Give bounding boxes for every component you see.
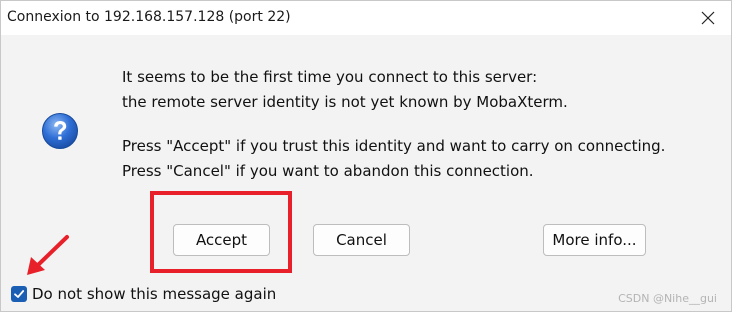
message-line: It seems to be the first time you connec… (122, 68, 538, 86)
do-not-show-again-option[interactable]: Do not show this message again (11, 285, 276, 303)
question-icon (42, 113, 78, 149)
accept-button[interactable]: Accept (173, 224, 270, 256)
cancel-button[interactable]: Cancel (313, 224, 410, 256)
ssh-host-key-dialog: Connexion to 192.168.157.128 (port 22) I… (0, 0, 732, 312)
message-line: Press "Cancel" if you want to abandon th… (122, 162, 534, 180)
checkmark-icon (14, 290, 25, 298)
red-arrow-icon (27, 235, 69, 275)
message-line: the remote server identity is not yet kn… (122, 93, 568, 111)
close-button[interactable] (685, 1, 731, 35)
message-intro: It seems to be the first time you connec… (122, 65, 568, 115)
title-bar: Connexion to 192.168.157.128 (port 22) (1, 1, 731, 35)
message-line: Press "Accept" if you trust this identit… (122, 137, 666, 155)
do-not-show-again-checkbox[interactable] (11, 286, 27, 302)
window-title: Connexion to 192.168.157.128 (port 22) (7, 9, 291, 25)
close-icon (701, 11, 715, 25)
watermark: CSDN @Nihe__gui (618, 292, 717, 305)
more-info-button[interactable]: More info... (543, 224, 646, 256)
message-instructions: Press "Accept" if you trust this identit… (122, 134, 665, 184)
do-not-show-again-label: Do not show this message again (32, 285, 277, 303)
